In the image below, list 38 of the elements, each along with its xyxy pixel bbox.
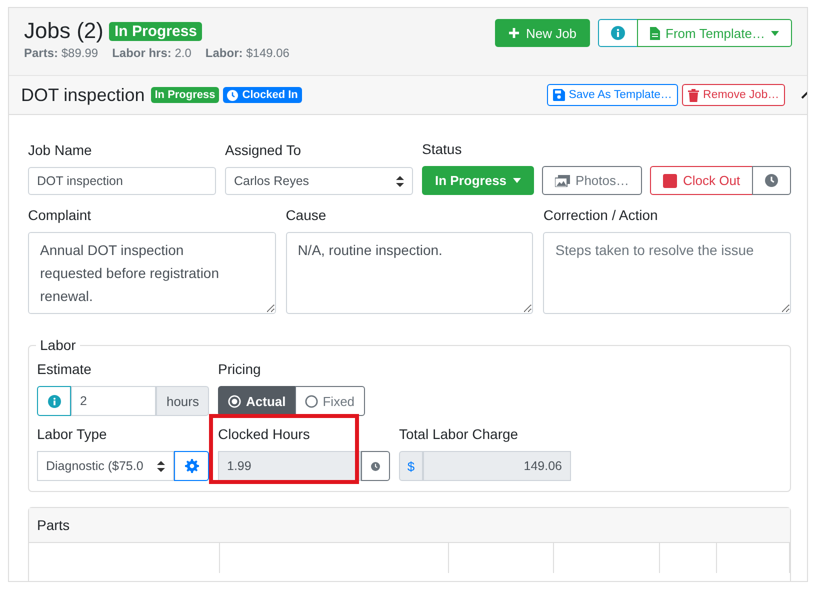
field-label: Estimate	[37, 361, 92, 377]
remove-job-button[interactable]: Remove Job…	[682, 84, 786, 106]
status-badge: In Progress	[150, 87, 220, 103]
field-label: Assigned To	[225, 142, 302, 158]
pricing-option[interactable]: Actual	[218, 386, 296, 416]
notes-textarea[interactable]: Annual DOT inspection requested before registration renewal.	[28, 232, 276, 314]
summary-text: Labor hrs: 2.0	[112, 46, 192, 60]
assigned-to-select[interactable]: Carlos Reyes	[225, 167, 413, 195]
field-label: Labor Type	[37, 426, 108, 442]
total-labor-input[interactable]: 149.06	[423, 451, 571, 481]
field-label: Job Name	[28, 142, 93, 158]
field-label: Complaint	[28, 207, 92, 223]
unit-label: hours	[156, 386, 209, 416]
status-badge: In Progress	[109, 22, 202, 40]
field-label: Status	[422, 141, 463, 157]
summary-text: Parts: $89.99	[24, 46, 98, 60]
job-name-input[interactable]: DOT inspection	[28, 167, 216, 195]
field-label: Clocked Hours	[218, 426, 311, 442]
estimate-input[interactable]: 2	[71, 386, 156, 416]
save-template-button[interactable]: Save As Template…	[546, 84, 678, 106]
field-label: Correction / Action	[543, 207, 659, 223]
clocked-hours-input[interactable]: 1.99	[218, 451, 361, 481]
pricing-option[interactable]: Fixed	[294, 386, 365, 416]
field-label: Cause	[286, 207, 328, 223]
jobs-title: Jobs (2)	[24, 18, 104, 44]
clocked-in-badge: Clocked In	[223, 87, 302, 103]
job-title: DOT inspection	[21, 84, 145, 106]
parts-title: Parts	[37, 517, 70, 533]
photos-button[interactable]: Photos…	[542, 166, 642, 195]
labor-legend: Labor	[36, 337, 80, 353]
field-label: Pricing	[218, 361, 262, 377]
clock-out-button[interactable]: Clock Out	[650, 166, 754, 195]
labor-type-select[interactable]: Diagnostic ($75.0	[37, 451, 174, 481]
currency-label: $	[399, 451, 423, 481]
notes-textarea[interactable]: N/A, routine inspection.	[286, 232, 534, 314]
summary-text: Labor: $149.06	[205, 46, 290, 60]
field-label: Total Labor Charge	[399, 426, 520, 442]
notes-textarea[interactable]: Steps taken to resolve the issue	[543, 232, 792, 314]
